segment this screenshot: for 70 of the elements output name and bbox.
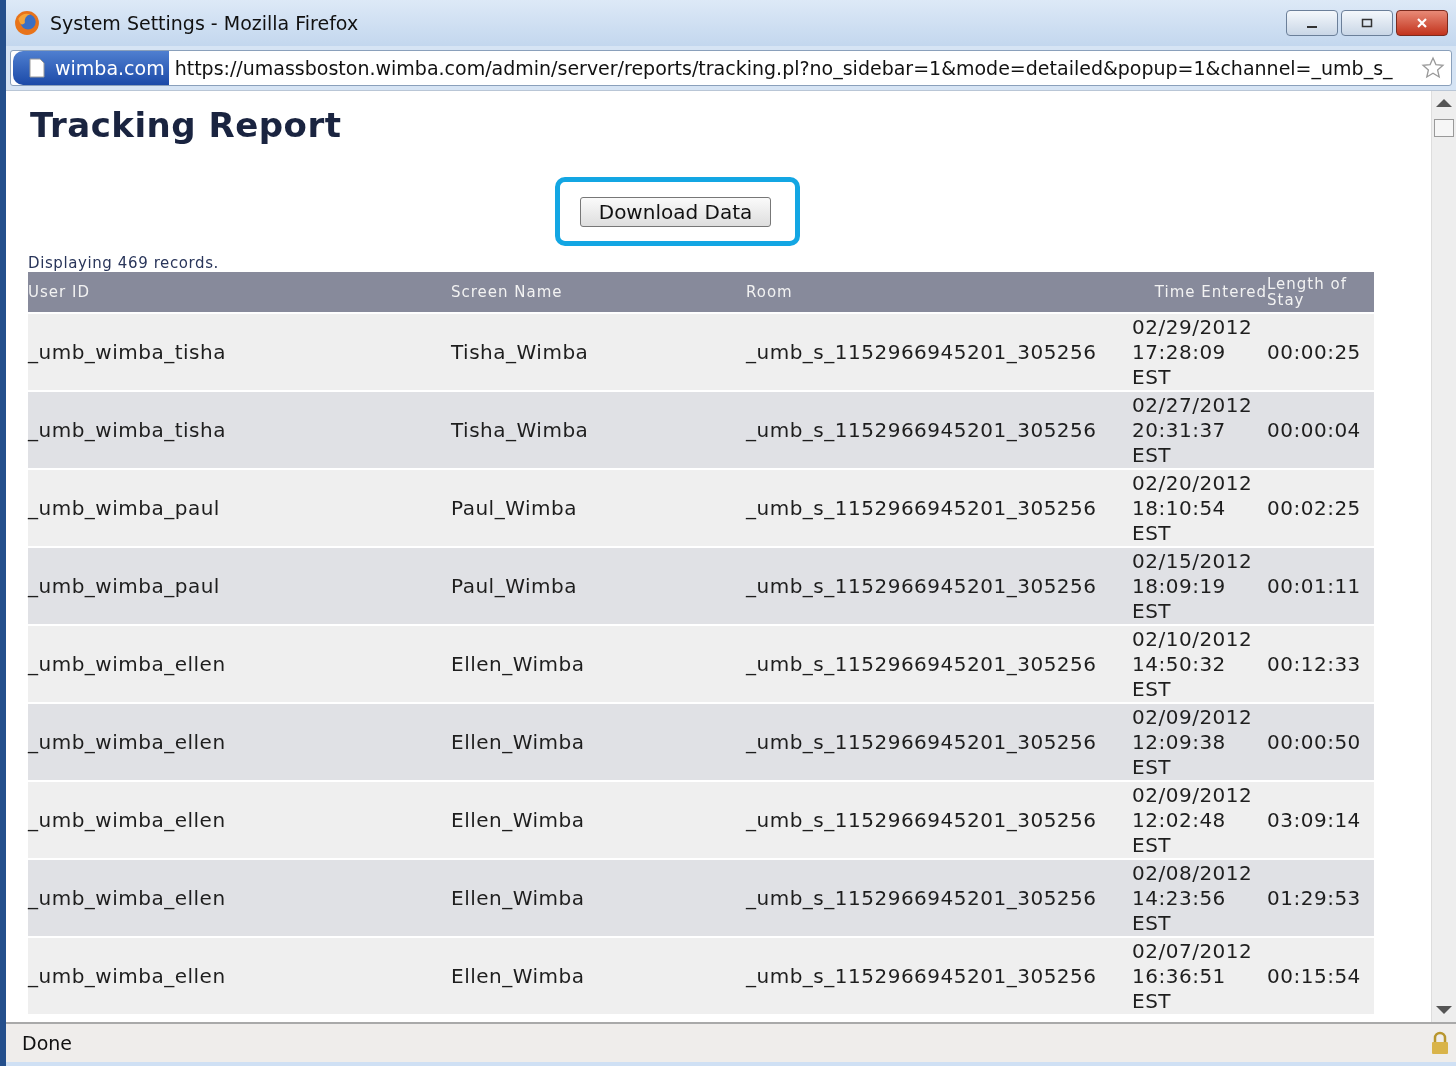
table-cell-text: _umb_wimba_ellen [28,963,227,989]
scroll-thumb[interactable] [1434,119,1454,137]
table-cell-text: 02/20/2012 18:10:54 EST [1132,470,1254,546]
table-cell-text: 00:00:25 [1267,339,1362,365]
table-cell-text: 02/15/2012 18:09:19 EST [1132,548,1254,624]
browser-logo-icon [14,10,40,36]
table-cell-text: _umb_s_1152966945201_305256 [746,339,1098,365]
table-cell-text: Ellen_Wimba [451,963,586,989]
window-title: System Settings - Mozilla Firefox [50,12,359,34]
table-cell-text: _umb_wimba_paul [28,495,221,521]
minimize-button[interactable] [1286,10,1338,36]
address-field[interactable]: wimba.com https://umassboston.wimba.com/admin/server/reports/tracking.pl?no_sidebar=1&mode=detailed&popup=1&channel=_umb_s_ [10,50,1452,86]
table-cell-text: Paul_Wimba [451,495,578,521]
table-row[interactable]: _umb_wimba_ellen Ellen_Wimba _umb_s_1152966945201_305256 02/09/2012 12:02:48 EST 03:09:14 [28,780,1374,858]
table-cell-text: 02/27/2012 20:31:37 EST [1132,392,1254,468]
table-row[interactable]: _umb_wimba_tisha Tisha_Wimba _umb_s_1152966945201_305256 02/27/2012 20:31:37 EST 00:00:04 [28,390,1374,468]
table-cell-text: _umb_s_1152966945201_305256 [746,729,1098,755]
status-text: Done [22,1032,72,1054]
table-cell-text: _umb_wimba_ellen [28,885,227,911]
table-cell-text: _umb_s_1152966945201_305256 [746,573,1098,599]
table-row[interactable]: _umb_wimba_ellen Ellen_Wimba _umb_s_1152966945201_305256 02/10/2012 14:50:32 EST 00:12:33 [28,624,1374,702]
url-text: https://umassboston.wimba.com/admin/server/reports/tracking.pl?no_sidebar=1&mode=detailed&popup=1&channel=_umb_s_ [174,57,1393,79]
table-cell-text: Ellen_Wimba [451,651,586,677]
table-cell-text: 02/09/2012 12:02:48 EST [1132,782,1254,858]
table-cell-text: _umb_s_1152966945201_305256 [746,963,1098,989]
table-cell-text: 00:00:50 [1267,729,1362,755]
table-cell-text: 02/29/2012 17:28:09 EST [1132,314,1254,390]
table-cell-text: _umb_wimba_paul [28,573,221,599]
close-button[interactable] [1396,10,1448,36]
minimize-icon [1307,26,1317,28]
table-cell-text: _umb_wimba_ellen [28,729,227,755]
table-row[interactable]: _umb_wimba_ellen Ellen_Wimba _umb_s_1152966945201_305256 02/07/2012 16:36:51 EST 00:15:54 [28,936,1374,1014]
table-cell-text: _umb_s_1152966945201_305256 [746,417,1098,443]
table-cell-text: Ellen_Wimba [451,807,586,833]
table-cell-text: _umb_wimba_ellen [28,651,227,677]
table-cell-text: Ellen_Wimba [451,729,586,755]
table-cell-text: _umb_wimba_tisha [28,417,227,443]
table-cell-text: Ellen_Wimba [451,885,586,911]
table-row[interactable]: _umb_wimba_paul Paul_Wimba _umb_s_1152966945201_305256 02/20/2012 18:10:54 EST 00:02:25 [28,468,1374,546]
table-cell-text: 00:00:04 [1267,417,1362,443]
table-cell-text: 00:02:25 [1267,495,1362,521]
table-row[interactable]: _umb_wimba_paul Paul_Wimba _umb_s_1152966945201_305256 02/15/2012 18:09:19 EST 00:01:11 [28,546,1374,624]
table-cell-text: 02/08/2012 14:23:56 EST [1132,860,1254,936]
table-cell-text: Tisha_Wimba [451,339,590,365]
table-row[interactable]: _umb_wimba_tisha Tisha_Wimba _umb_s_1152966945201_305256 02/29/2012 17:28:09 EST 00:00:25 [28,312,1374,390]
padlock-icon [1430,1031,1450,1055]
table-cell-text: 03:09:14 [1267,807,1362,833]
download-data-button[interactable]: Download Data [579,197,772,227]
maximize-button[interactable] [1341,10,1393,36]
table-cell-text: _umb_s_1152966945201_305256 [746,651,1098,677]
table-row[interactable]: _umb_wimba_ellen Ellen_Wimba _umb_s_1152966945201_305256 02/08/2012 14:23:56 EST 01:29:53 [28,858,1374,936]
table-cell-text: 02/09/2012 12:09:38 EST [1132,704,1254,780]
scrollbar[interactable] [1431,91,1456,1022]
table-cell-text: Tisha_Wimba [451,417,590,443]
record-count: Displaying 469 records. [28,254,220,272]
table-cell-text: 00:01:11 [1267,573,1362,599]
table-cell-text: _umb_wimba_ellen [28,807,227,833]
table-cell-text: _umb_s_1152966945201_305256 [746,807,1098,833]
table-cell-text: Paul_Wimba [451,573,578,599]
page-icon [29,58,45,78]
table-cell-text: _umb_s_1152966945201_305256 [746,885,1098,911]
table-cell-text: 00:15:54 [1267,963,1362,989]
table-cell-text: 01:29:53 [1267,885,1362,911]
table-cell-text: 02/07/2012 16:36:51 EST [1132,938,1254,1014]
table-cell-text: 00:12:33 [1267,651,1362,677]
table-row[interactable]: _umb_wimba_ellen Ellen_Wimba _umb_s_1152966945201_305256 02/09/2012 12:09:38 EST 00:00:50 [28,702,1374,780]
table-cell-text: _umb_wimba_tisha [28,339,227,365]
table-cell-text: _umb_s_1152966945201_305256 [746,495,1098,521]
page-heading: Tracking Report [30,105,343,145]
table-cell-text: 02/10/2012 14:50:32 EST [1132,626,1254,702]
